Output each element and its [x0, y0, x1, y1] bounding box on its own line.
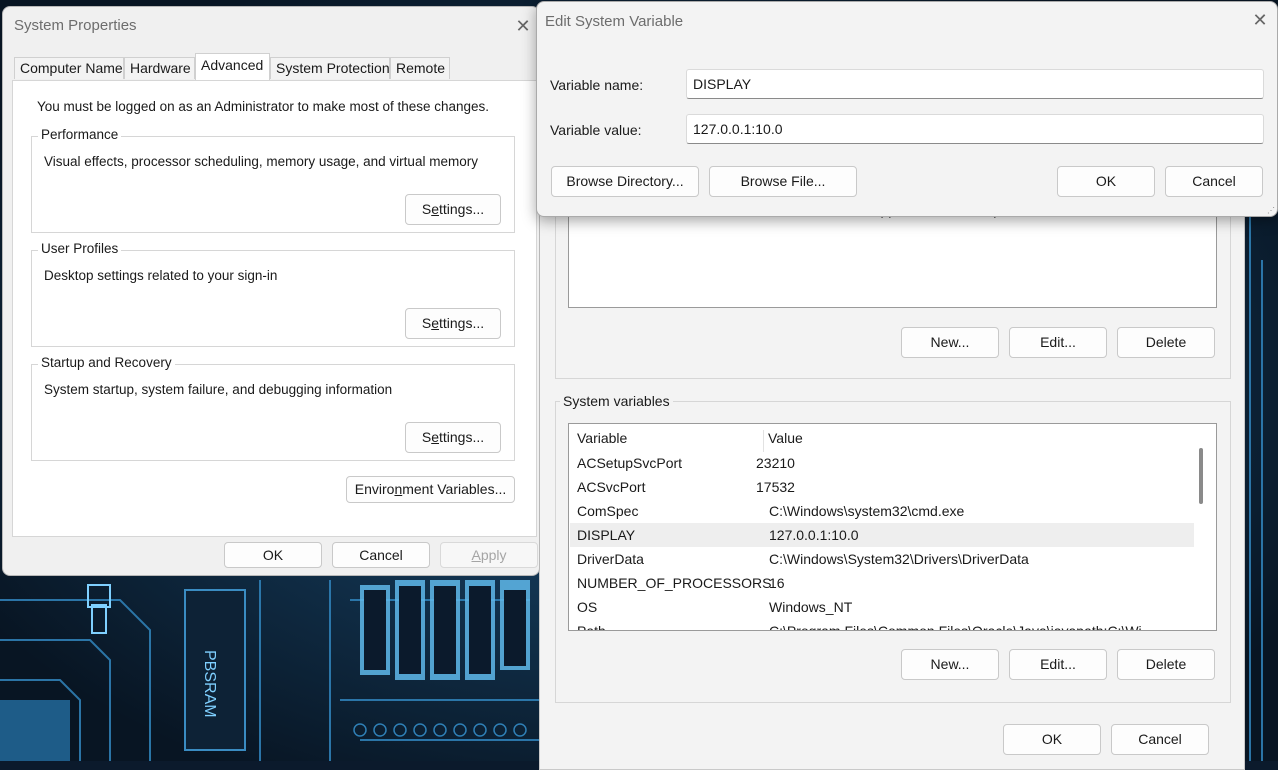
- user-profiles-description: Desktop settings related to your sign-in: [44, 268, 278, 283]
- variable-name: ComSpec: [577, 503, 639, 519]
- system-variables-label: System variables: [560, 393, 673, 409]
- variable-name: ACSetupSvcPort: [577, 455, 683, 471]
- settings-label-prefix: S: [421, 315, 432, 331]
- tab-advanced[interactable]: Advanced: [195, 53, 270, 80]
- variable-value: C:\Program Files\Common Files\Oracle\Jav…: [769, 623, 1142, 631]
- user-delete-button[interactable]: Delete: [1117, 327, 1215, 358]
- env-ok-button[interactable]: OK: [1003, 724, 1101, 755]
- table-row-selected[interactable]: DISPLAY 127.0.0.1:10.0: [570, 523, 1194, 547]
- settings-label-rest: ttings...: [439, 429, 485, 445]
- ok-button[interactable]: OK: [1057, 166, 1155, 197]
- settings-label-prefix: S: [421, 201, 432, 217]
- startup-recovery-group: Startup and Recovery System startup, sys…: [31, 355, 515, 461]
- apply-label-hotkey: A: [471, 547, 481, 563]
- ok-button[interactable]: OK: [224, 542, 322, 568]
- close-icon[interactable]: ✕: [509, 14, 537, 38]
- dialog-title: Edit System Variable: [545, 13, 684, 30]
- admin-note: You must be logged on as an Administrato…: [37, 99, 490, 114]
- column-separator: [763, 430, 764, 452]
- resize-grip-icon[interactable]: ⋰: [1267, 206, 1275, 215]
- startup-recovery-settings-button[interactable]: Settings...: [405, 422, 501, 453]
- user-edit-button[interactable]: Edit...: [1009, 327, 1107, 358]
- table-row[interactable]: DriverData C:\Windows\System32\Drivers\D…: [570, 547, 1194, 571]
- environment-variables-window: TMP C:\Users\vmuru\AppData\Local\Temp Ne…: [539, 181, 1245, 770]
- performance-description: Visual effects, processor scheduling, me…: [44, 154, 478, 169]
- variable-value-input[interactable]: [686, 114, 1264, 144]
- apply-button: Apply: [440, 542, 538, 568]
- variable-value: C:\Windows\System32\Drivers\DriverData: [769, 551, 1029, 567]
- tab-computer-name[interactable]: Computer Name: [14, 57, 124, 79]
- system-new-button[interactable]: New...: [901, 649, 999, 680]
- table-row[interactable]: OS Windows_NT: [570, 595, 1194, 619]
- settings-label-prefix: S: [421, 429, 432, 445]
- variable-name: OS: [577, 599, 598, 615]
- browse-directory-button[interactable]: Browse Directory...: [551, 166, 699, 197]
- performance-settings-button[interactable]: Settings...: [405, 194, 501, 225]
- env-cancel-button[interactable]: Cancel: [1111, 724, 1209, 755]
- advanced-tab-panel: You must be logged on as an Administrato…: [12, 80, 537, 537]
- table-row[interactable]: ACSvcPort 17532: [570, 475, 1194, 499]
- table-row[interactable]: ComSpec C:\Windows\system32\cmd.exe: [570, 499, 1194, 523]
- user-profiles-settings-button[interactable]: Settings...: [405, 308, 501, 339]
- variable-value: C:\Windows\system32\cmd.exe: [769, 503, 965, 519]
- system-properties-window: System Properties ✕ Computer Name Hardwa…: [2, 6, 540, 576]
- settings-label-hotkey: e: [431, 201, 439, 217]
- variable-value: Windows_NT: [769, 599, 853, 615]
- edit-system-variable-dialog: Edit System Variable ✕ Variable name: Va…: [536, 1, 1278, 217]
- browse-file-button[interactable]: Browse File...: [709, 166, 857, 197]
- startup-recovery-description: System startup, system failure, and debu…: [44, 382, 393, 397]
- variable-value: 16: [769, 575, 785, 591]
- scrollbar-thumb[interactable]: [1199, 448, 1203, 504]
- column-variable[interactable]: Variable: [577, 426, 627, 450]
- window-title: System Properties: [14, 17, 137, 34]
- settings-label-hotkey: e: [431, 429, 439, 445]
- variable-name: DriverData: [577, 551, 644, 567]
- tab-hardware[interactable]: Hardware: [124, 57, 195, 79]
- cancel-button[interactable]: Cancel: [332, 542, 430, 568]
- variable-value: 17532: [756, 479, 795, 495]
- performance-group: Performance Visual effects, processor sc…: [31, 127, 515, 233]
- title-bar[interactable]: System Properties ✕: [3, 7, 539, 45]
- variable-name-label: Variable name:: [550, 77, 644, 93]
- user-profiles-group: User Profiles Desktop settings related t…: [31, 241, 515, 347]
- environment-variables-button[interactable]: Environment Variables...: [346, 476, 515, 503]
- env-label-rest: ment Variables...: [402, 481, 507, 497]
- settings-label-rest: ttings...: [439, 201, 485, 217]
- variable-name: DISPLAY: [577, 527, 636, 543]
- startup-recovery-label: Startup and Recovery: [38, 355, 175, 370]
- apply-label-rest: pply: [480, 547, 507, 563]
- variable-name: ACSvcPort: [577, 479, 646, 495]
- system-variables-list[interactable]: Variable Value ACSetupSvcPort 23210 ACSv…: [568, 423, 1217, 631]
- chip-label: PBSRAM: [201, 650, 218, 718]
- user-new-button[interactable]: New...: [901, 327, 999, 358]
- performance-label: Performance: [38, 127, 122, 142]
- variable-value-label: Variable value:: [550, 122, 642, 138]
- cancel-button[interactable]: Cancel: [1165, 166, 1263, 197]
- variable-value: 127.0.0.1:10.0: [769, 527, 859, 543]
- variable-name: NUMBER_OF_PROCESSORS: [577, 575, 772, 591]
- variable-name-input[interactable]: [686, 69, 1264, 99]
- close-icon[interactable]: ✕: [1246, 8, 1274, 32]
- table-row[interactable]: ACSetupSvcPort 23210: [570, 451, 1194, 475]
- variable-value: 23210: [756, 455, 795, 471]
- title-bar[interactable]: Edit System Variable ✕: [537, 2, 1277, 40]
- variable-name: Path: [577, 623, 606, 631]
- table-row[interactable]: NUMBER_OF_PROCESSORS 16: [570, 571, 1194, 595]
- tab-remote[interactable]: Remote: [390, 57, 450, 79]
- system-edit-button[interactable]: Edit...: [1009, 649, 1107, 680]
- tab-system-protection[interactable]: System Protection: [270, 57, 390, 79]
- column-header: Variable Value: [570, 426, 1194, 452]
- settings-label-hotkey: e: [431, 315, 439, 331]
- system-delete-button[interactable]: Delete: [1117, 649, 1215, 680]
- table-row[interactable]: Path C:\Program Files\Common Files\Oracl…: [570, 619, 1194, 631]
- user-profiles-label: User Profiles: [38, 241, 122, 256]
- column-value[interactable]: Value: [768, 426, 803, 450]
- env-label-prefix: Enviro: [354, 481, 395, 497]
- settings-label-rest: ttings...: [439, 315, 485, 331]
